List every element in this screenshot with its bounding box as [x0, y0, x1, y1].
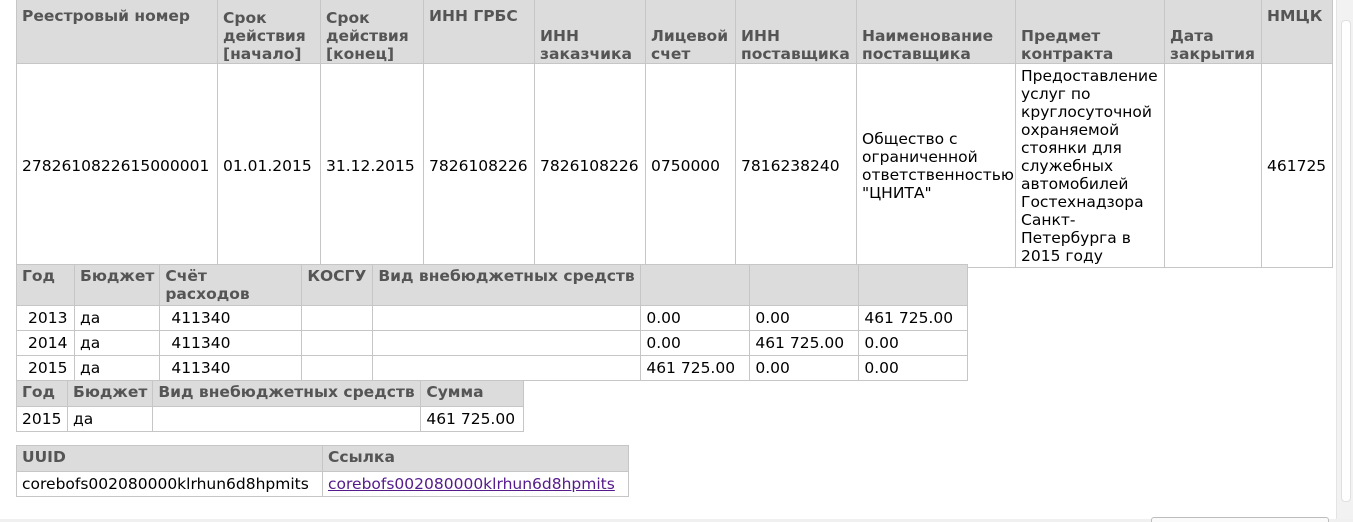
contract-subject: Предоставление услуг по круглосуточной о…: [1015, 63, 1165, 268]
budget-cell: да: [73, 330, 161, 356]
link-cell: corebofs002080000klrhun6d8hpmits: [322, 471, 629, 497]
amount-cell: 461 725.00: [858, 305, 969, 331]
budget-cell: да: [66, 406, 154, 432]
account: 0750000: [645, 63, 736, 268]
col-inn-grbs[interactable]: ИНН ГРБС: [423, 0, 535, 64]
amount-cell: 461 725.00: [640, 355, 751, 381]
uuid-link[interactable]: corebofs002080000klrhun6d8hpmits: [328, 475, 615, 493]
col-year[interactable]: Год: [16, 380, 68, 407]
year-cell: 2015: [16, 355, 75, 381]
amount-cell: 0.00: [749, 305, 860, 331]
vertical-scrollbar[interactable]: [1336, 0, 1353, 522]
col-budget[interactable]: Бюджет: [66, 380, 154, 407]
col-amount-2[interactable]: [749, 264, 860, 306]
col-link[interactable]: Ссылка: [322, 445, 629, 472]
col-registry-number[interactable]: Реестровый номер: [16, 0, 218, 64]
col-kosgu[interactable]: КОСГУ: [301, 264, 374, 306]
sum-cell: 461 725.00: [420, 406, 525, 432]
year-cell: 2015: [16, 406, 68, 432]
scrollbar-thumb[interactable]: [1341, 20, 1351, 502]
amount-cell: 461 725.00: [749, 330, 860, 356]
uuid-header-row: UUID Ссылка: [16, 445, 629, 472]
uuid-cell: corebofs002080000klrhun6d8hpmits: [16, 471, 323, 497]
inn-supplier: 7816238240: [735, 63, 857, 268]
table-row: 2013 да 411340 0.00 0.00 461 725.00: [16, 305, 969, 331]
col-subject[interactable]: Предмет контракта: [1015, 0, 1165, 64]
col-year[interactable]: Год: [16, 264, 75, 306]
extra-budget-type-cell: [372, 305, 642, 331]
table-row: 2015 да 461 725.00: [16, 406, 525, 432]
sum-header-row: Год Бюджет Вид внебюджетных средств Сумм…: [16, 380, 525, 407]
expense-account-cell: 411340: [159, 330, 303, 356]
col-close-date[interactable]: Дата закрытия: [1164, 0, 1262, 64]
budget-cell: да: [73, 355, 161, 381]
start-date: 01.01.2015: [217, 63, 321, 268]
kosgu-cell: [301, 355, 374, 381]
supplier-name: Общество с ограниченной ответственностью…: [856, 63, 1016, 268]
col-inn-supplier[interactable]: ИНН поставщика: [735, 0, 857, 64]
end-date: 31.12.2015: [320, 63, 424, 268]
budget-table: Год Бюджет Счёт расходов КОСГУ Вид внебю…: [16, 264, 969, 381]
budget-cell: да: [73, 305, 161, 331]
budget-header-row: Год Бюджет Счёт расходов КОСГУ Вид внебю…: [16, 264, 969, 306]
contract-header-row: Реестровый номер Срок действия [начало] …: [16, 0, 1333, 64]
col-amount-3[interactable]: [858, 264, 969, 306]
registry-number: 2782610822615000001: [16, 63, 218, 268]
year-cell: 2014: [16, 330, 75, 356]
sum-table: Год Бюджет Вид внебюджетных средств Сумм…: [16, 380, 525, 432]
col-inn-customer[interactable]: ИНН заказчика: [534, 0, 646, 64]
col-extra-budget-type[interactable]: Вид внебюджетных средств: [152, 380, 422, 407]
uuid-table: UUID Ссылка corebofs002080000klrhun6d8hp…: [16, 445, 629, 497]
contract-table: Реестровый номер Срок действия [начало] …: [16, 0, 1333, 268]
col-end[interactable]: Срок действия [конец]: [320, 0, 424, 64]
inn-customer: 7826108226: [534, 63, 646, 268]
col-start[interactable]: Срок действия [начало]: [217, 0, 321, 64]
year-cell: 2013: [16, 305, 75, 331]
extra-budget-type-cell: [372, 355, 642, 381]
kosgu-cell: [301, 330, 374, 356]
col-budget[interactable]: Бюджет: [73, 264, 161, 306]
amount-cell: 0.00: [640, 305, 751, 331]
amount-cell: 0.00: [858, 330, 969, 356]
expense-account-cell: 411340: [159, 305, 303, 331]
extra-budget-type-cell: [372, 330, 642, 356]
table-row: 2015 да 411340 461 725.00 0.00 0.00: [16, 355, 969, 381]
col-sum[interactable]: Сумма: [420, 380, 525, 407]
kosgu-cell: [301, 305, 374, 331]
col-expense-account[interactable]: Счёт расходов: [159, 264, 303, 306]
col-amount-1[interactable]: [640, 264, 751, 306]
inn-grbs: 7826108226: [423, 63, 535, 268]
amount-cell: 0.00: [858, 355, 969, 381]
table-row: 2014 да 411340 0.00 461 725.00 0.00: [16, 330, 969, 356]
amount-cell: 0.00: [749, 355, 860, 381]
col-account[interactable]: Лицевой счет: [645, 0, 736, 64]
bottom-panel-edge: [1151, 517, 1329, 522]
col-uuid[interactable]: UUID: [16, 445, 323, 472]
close-date: [1164, 63, 1262, 268]
nmck: 461725: [1261, 63, 1333, 268]
table-row: 2782610822615000001 01.01.2015 31.12.201…: [16, 63, 1333, 268]
table-row: corebofs002080000klrhun6d8hpmits corebof…: [16, 471, 629, 497]
extra-budget-type-cell: [152, 406, 422, 432]
col-supplier-name[interactable]: Наименование поставщика: [856, 0, 1016, 64]
expense-account-cell: 411340: [159, 355, 303, 381]
col-extra-budget-type[interactable]: Вид внебюджетных средств: [372, 264, 642, 306]
col-nmck[interactable]: НМЦК: [1261, 0, 1333, 64]
amount-cell: 0.00: [640, 330, 751, 356]
